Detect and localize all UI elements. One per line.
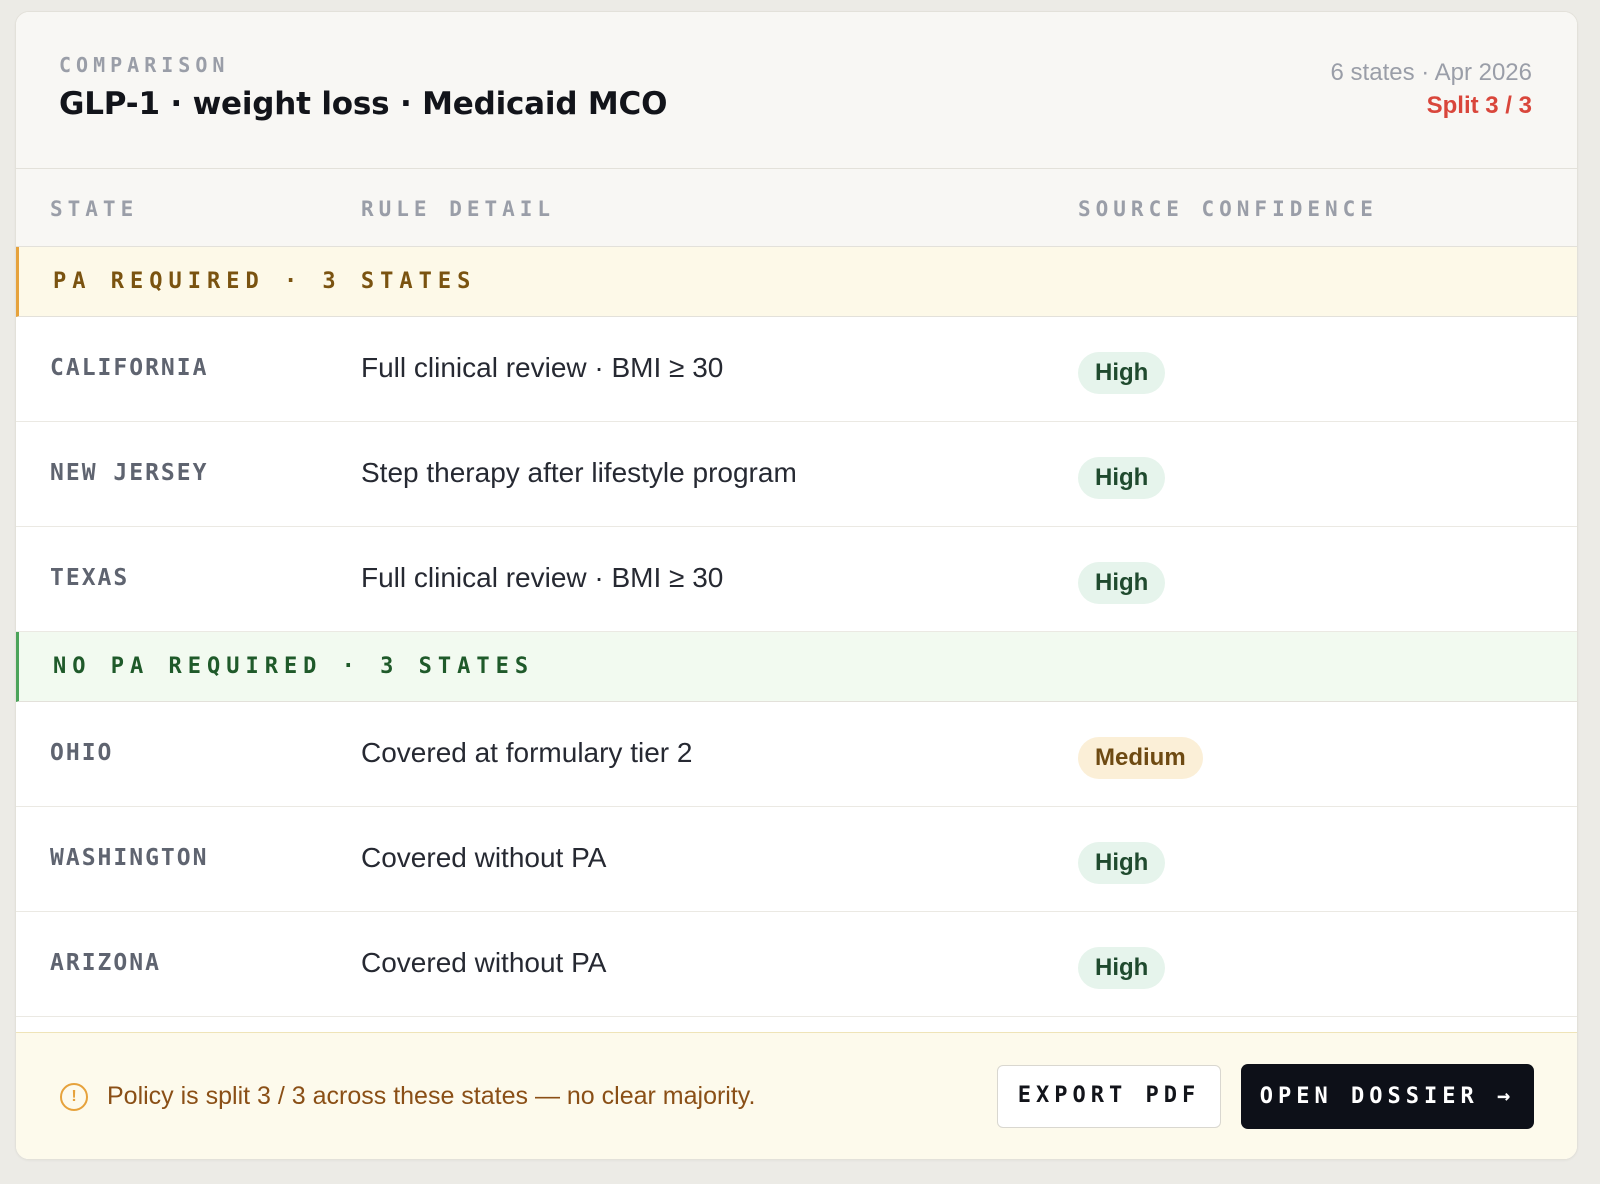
group-label: NO PA REQUIRED · 3 STATES (53, 654, 535, 679)
confidence-badge: Medium (1078, 737, 1203, 779)
eyebrow-label: COMPARISON (59, 53, 230, 77)
state-name: ARIZONA (50, 950, 161, 976)
confidence-badge: High (1078, 842, 1166, 884)
rule-detail: Full clinical review · BMI ≥ 30 (361, 562, 724, 593)
table-row[interactable]: WASHINGTON Covered without PA High (16, 807, 1577, 912)
state-name: OHIO (50, 740, 114, 766)
rule-detail: Full clinical review · BMI ≥ 30 (361, 352, 724, 383)
rule-detail: Covered without PA (361, 947, 607, 978)
split-indicator: Split 3 / 3 (1426, 92, 1532, 119)
table-header: STATE RULE DETAIL SOURCE CONFIDENCE (16, 169, 1577, 247)
footer-bar: ! Policy is split 3 / 3 across these sta… (16, 1032, 1577, 1159)
confidence-badge: High (1078, 457, 1166, 499)
rule-detail: Covered at formulary tier 2 (361, 737, 693, 768)
table-row[interactable]: CALIFORNIA Full clinical review · BMI ≥ … (16, 317, 1577, 422)
table-row[interactable]: OHIO Covered at formulary tier 2 Medium (16, 702, 1577, 807)
comparison-card: COMPARISON GLP-1 · weight loss · Medicai… (15, 11, 1578, 1160)
confidence-badge: High (1078, 562, 1166, 604)
table-row[interactable]: ARIZONA Covered without PA High (16, 912, 1577, 1017)
state-name: CALIFORNIA (50, 355, 209, 381)
confidence-badge: High (1078, 352, 1166, 394)
state-name: TEXAS (50, 565, 130, 591)
group-label: PA REQUIRED · 3 STATES (53, 269, 477, 294)
export-pdf-button[interactable]: EXPORT PDF (997, 1065, 1221, 1128)
split-warning-message: Policy is split 3 / 3 across these state… (107, 1082, 756, 1110)
column-header-confidence: SOURCE CONFIDENCE (1078, 197, 1378, 221)
rule-detail: Step therapy after lifestyle program (361, 457, 797, 488)
alert-circle-icon: ! (60, 1083, 88, 1111)
rule-detail: Covered without PA (361, 842, 607, 873)
state-name: NEW JERSEY (50, 460, 209, 486)
open-dossier-button[interactable]: OPEN DOSSIER → (1241, 1064, 1534, 1129)
card-header: COMPARISON GLP-1 · weight loss · Medicai… (16, 12, 1577, 169)
table-row[interactable]: NEW JERSEY Step therapy after lifestyle … (16, 422, 1577, 527)
page-title: GLP-1 · weight loss · Medicaid MCO (59, 86, 668, 122)
confidence-badge: High (1078, 947, 1166, 989)
group-header-no-pa-required: NO PA REQUIRED · 3 STATES (16, 632, 1577, 702)
column-header-state: STATE (50, 197, 139, 221)
group-header-pa-required: PA REQUIRED · 3 STATES (16, 247, 1577, 317)
meta-summary: 6 states · Apr 2026 (1330, 59, 1532, 86)
column-header-rule: RULE DETAIL (361, 197, 556, 221)
table-row[interactable]: TEXAS Full clinical review · BMI ≥ 30 Hi… (16, 527, 1577, 632)
state-name: WASHINGTON (50, 845, 209, 871)
